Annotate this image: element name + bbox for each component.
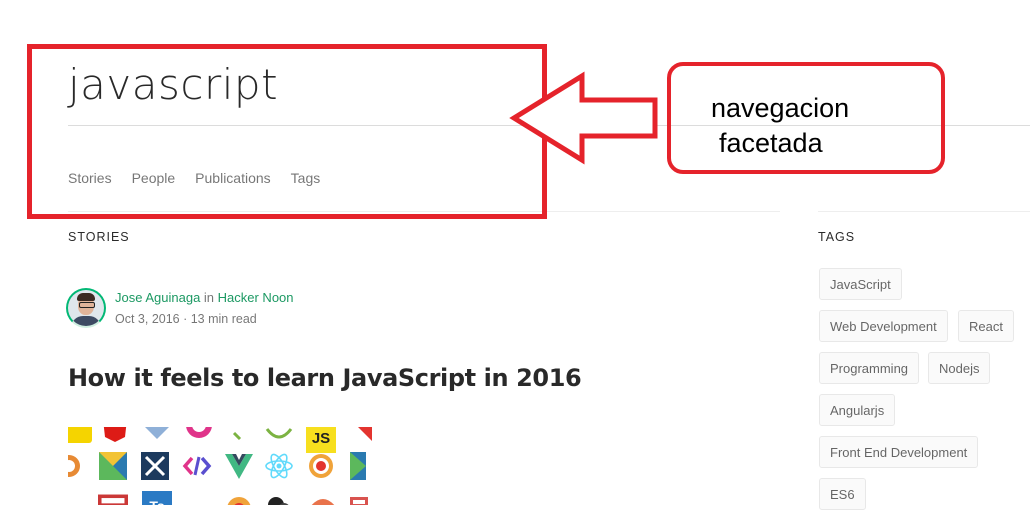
js-logo-text: JS: [311, 429, 331, 447]
author-line: Jose Aguinaga in Hacker Noon: [115, 288, 294, 308]
gulp-icon: [142, 427, 172, 443]
npm-icon: [350, 427, 372, 449]
story-title[interactable]: How it feels to learn JavaScript in 2016: [68, 364, 582, 392]
tag-front-end-development[interactable]: Front End Development: [819, 436, 979, 468]
tags-divider: [818, 211, 1030, 212]
bower-icon: [184, 491, 214, 505]
annotation-label-line2: facetada: [719, 128, 823, 158]
npm-logo-icon: [98, 491, 128, 505]
annotation-highlight-box: [27, 44, 547, 219]
tag-javascript[interactable]: JavaScript: [819, 268, 902, 300]
author-meta: Jose Aguinaga in Hacker Noon Oct 3, 2016…: [115, 288, 294, 330]
story-author-row: Jose Aguinaga in Hacker Noon Oct 3, 2016…: [66, 288, 294, 330]
jsx-icon: [226, 427, 256, 443]
author-avatar[interactable]: [66, 288, 106, 328]
target-icon: [306, 451, 336, 481]
material-icon: [98, 451, 128, 481]
jasmine-icon: [224, 491, 254, 505]
annotation-label-line1: navegacion: [711, 93, 850, 123]
jquery-icon: [350, 491, 372, 505]
ember-icon: [184, 427, 214, 443]
story-image[interactable]: JS Ts: [68, 427, 372, 505]
sass-icon: [68, 427, 92, 443]
babel-icon: [68, 491, 84, 505]
webpack-icon: [140, 451, 170, 481]
publication-link[interactable]: Hacker Noon: [218, 290, 294, 305]
ts-logo-text: Ts: [149, 498, 164, 505]
tag-nodejs[interactable]: Nodejs: [928, 352, 991, 384]
mocha-icon: [68, 451, 84, 481]
tag-programming[interactable]: Programming: [819, 352, 920, 384]
read-time: 13 min read: [190, 312, 257, 326]
tag-angularjs[interactable]: Angularjs: [819, 394, 896, 426]
story-date-line: Oct 3, 2016 · 13 min read: [115, 308, 294, 330]
story-date: Oct 3, 2016: [115, 312, 180, 326]
tag-es6[interactable]: ES6: [819, 478, 866, 510]
react-icon: [264, 451, 294, 481]
foundation-icon: [350, 451, 372, 481]
angular-icon: [100, 427, 130, 443]
typescript-icon: Ts: [142, 491, 172, 505]
annotation-arrow-icon: [509, 71, 658, 165]
author-name-link[interactable]: Jose Aguinaga: [115, 290, 200, 305]
tag-react[interactable]: React: [958, 310, 1014, 342]
stories-heading: STORIES: [68, 230, 130, 244]
swift-icon: [308, 491, 338, 505]
tag-web-development[interactable]: Web Development: [819, 310, 948, 342]
tags-heading: TAGS: [818, 230, 856, 244]
vue-icon: [224, 451, 254, 481]
grunt-icon: [264, 427, 294, 443]
polymer-icon: [182, 451, 212, 481]
grunt-hog-icon: [264, 491, 294, 505]
meta-separator: ·: [179, 312, 191, 326]
author-connector: in: [200, 290, 218, 305]
javascript-icon: JS: [306, 427, 336, 453]
